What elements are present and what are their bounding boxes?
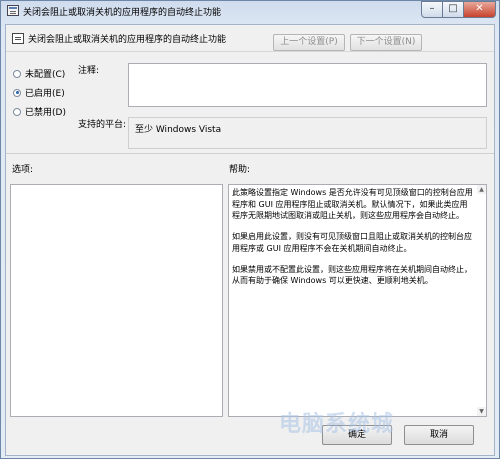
help-scroll-up-arrow[interactable]: ▲ xyxy=(477,185,486,194)
help-paragraph: 如果禁用或不配置此设置，则这些应用程序将在关机期间自动终止，从而有助于确保 Wi… xyxy=(232,264,472,286)
radio-circle-enabled[interactable] xyxy=(13,88,21,97)
title-bar[interactable]: 关闭会阻止或取消关机的应用程序的自动终止功能 – □ ✕ xyxy=(1,1,499,21)
watermark-logo: 电脑系统城 xyxy=(279,412,395,437)
help-pane[interactable]: 此策略设置指定 Windows 是否允许没有可见顶级窗口的控制台应用程序和 GU… xyxy=(228,184,487,417)
radio-circle-not-configured[interactable] xyxy=(13,69,21,78)
window-title: 关闭会阻止或取消关机的应用程序的自动终止功能 xyxy=(23,8,222,18)
radio-label-disabled: 已禁用(D) xyxy=(25,108,66,118)
comment-textarea[interactable] xyxy=(128,63,487,107)
options-label: 选项: xyxy=(12,165,34,175)
radio-disabled[interactable]: 已禁用(D) xyxy=(13,105,66,118)
policy-icon xyxy=(12,33,24,44)
section-divider xyxy=(6,153,494,154)
help-label: 帮助: xyxy=(229,165,251,175)
policy-dialog-window: 关闭会阻止或取消关机的应用程序的自动终止功能 – □ ✕ 关闭会阻止或取消关机的… xyxy=(0,0,500,459)
options-pane[interactable] xyxy=(10,184,223,417)
radio-not-configured[interactable]: 未配置(C) xyxy=(13,67,65,80)
dialog-content: 关闭会阻止或取消关机的应用程序的自动终止功能 上一个设置(P) 下一个设置(N)… xyxy=(5,24,495,456)
platform-label: 支持的平台: xyxy=(78,120,127,130)
maximize-button[interactable]: □ xyxy=(442,1,464,18)
policy-app-icon xyxy=(7,5,19,16)
help-paragraph: 此策略设置指定 Windows 是否允许没有可见顶级窗口的控制台应用程序和 GU… xyxy=(232,188,473,221)
policy-title: 关闭会阻止或取消关机的应用程序的自动终止功能 xyxy=(28,35,227,45)
next-setting-button[interactable]: 下一个设置(N) xyxy=(350,34,422,51)
radio-label-not-configured: 未配置(C) xyxy=(25,70,66,80)
header-row: 关闭会阻止或取消关机的应用程序的自动终止功能 上一个设置(P) 下一个设置(N) xyxy=(6,25,494,52)
radio-circle-disabled[interactable] xyxy=(13,107,21,116)
minimize-button[interactable]: – xyxy=(421,1,443,18)
comment-label: 注释: xyxy=(78,66,100,76)
radio-enabled[interactable]: 已启用(E) xyxy=(13,86,65,99)
platform-value: 至少 Windows Vista xyxy=(135,125,222,135)
help-paragraph: 如果启用此设置，则没有可见顶级窗口且阻止或取消关机的控制台应用程序或 GUI 应… xyxy=(232,232,472,253)
close-button[interactable]: ✕ xyxy=(463,1,496,18)
previous-setting-button[interactable]: 上一个设置(P) xyxy=(273,34,345,51)
platform-value-box: 至少 Windows Vista xyxy=(128,117,487,149)
radio-label-enabled: 已启用(E) xyxy=(25,89,65,99)
